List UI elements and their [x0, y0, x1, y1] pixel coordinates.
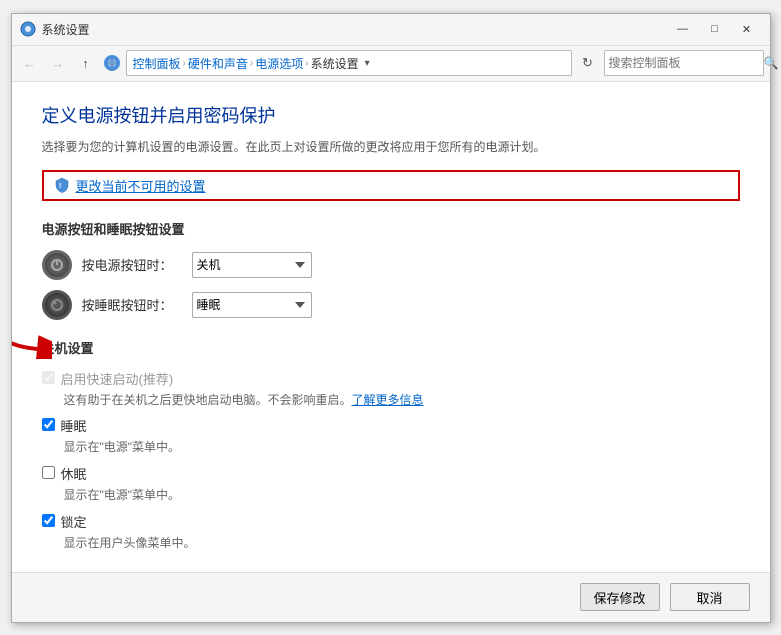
sleep-button-row: 按睡眠按钮时： 睡眠 关机 休眠 不采取任何操作	[42, 290, 740, 320]
footer-bar: 保存修改 取消	[12, 572, 770, 622]
lock-label: 锁定	[61, 512, 87, 531]
breadcrumb-control-panel[interactable]: 控制面板	[133, 55, 181, 72]
learn-more-link[interactable]: 了解更多信息	[352, 393, 424, 407]
shutdown-section-title: 关机设置	[42, 338, 740, 357]
power-button-icon	[42, 250, 72, 280]
power-buttons-section: 电源按钮和睡眠按钮设置 按电源按钮时： 关机 睡眠 休眠 不采取任何操	[42, 219, 740, 320]
window-title: 系统设置	[42, 21, 668, 38]
breadcrumb-bar: 控制面板 › 硬件和声音 › 电源选项 › 系统设置 ▾	[126, 50, 572, 76]
breadcrumb-hardware-sound[interactable]: 硬件和声音	[188, 55, 248, 72]
close-button[interactable]: ✕	[732, 19, 762, 39]
lock-checkbox[interactable]	[42, 514, 55, 527]
back-button[interactable]: ←	[18, 51, 42, 75]
fast-startup-label: 启用快速启动(推荐)	[61, 369, 174, 388]
sleep-button-label: 按睡眠按钮时：	[82, 295, 182, 314]
search-icon[interactable]: 🔍	[764, 56, 779, 70]
change-settings-button[interactable]: ! 更改当前不可用的设置	[42, 170, 740, 201]
cancel-button[interactable]: 取消	[670, 583, 750, 611]
main-window: 系统设置 — □ ✕ ← → ↑ 控制面板 › 硬件和声音 › 电源选项 › 系…	[11, 13, 771, 623]
shield-icon: !	[54, 177, 70, 193]
lock-desc: 显示在用户头像菜单中。	[64, 535, 740, 552]
window-icon	[20, 21, 36, 37]
sleep-checkbox-item: 睡眠	[42, 416, 740, 435]
fast-startup-checkbox-item: 启用快速启动(推荐)	[42, 369, 740, 388]
minimize-button[interactable]: —	[668, 19, 698, 39]
save-button[interactable]: 保存修改	[580, 583, 660, 611]
fast-startup-checkbox[interactable]	[42, 371, 55, 384]
fast-startup-desc: 这有助于在关机之后更快地启动电脑。不会影响重启。了解更多信息	[64, 392, 740, 409]
title-bar: 系统设置 — □ ✕	[12, 14, 770, 46]
breadcrumb-dropdown-arrow[interactable]: ▾	[365, 58, 370, 69]
shutdown-section: 关机设置 启用快速启动(推荐) 这有助于在关机之后更快地启动电脑。不会影响重启。…	[42, 338, 740, 552]
page-subtitle: 选择要为您的计算机设置的电源设置。在此页上对设置所做的更改将应用于您所有的电源计…	[42, 138, 740, 156]
hibernate-desc: 显示在"电源"菜单中。	[64, 487, 740, 504]
page-title: 定义电源按钮并启用密码保护	[42, 102, 740, 128]
settings-wrapper: 电源按钮和睡眠按钮设置 按电源按钮时： 关机 睡眠 休眠 不采取任何操	[42, 219, 740, 560]
recent-icon	[102, 53, 122, 73]
change-settings-label: 更改当前不可用的设置	[76, 176, 206, 195]
power-button-action-select[interactable]: 关机 睡眠 休眠 不采取任何操作	[192, 252, 312, 278]
sleep-button-action-select[interactable]: 睡眠 关机 休眠 不采取任何操作	[192, 292, 312, 318]
search-box: 🔍	[604, 50, 764, 76]
red-arrow-indicator	[12, 304, 52, 362]
maximize-button[interactable]: □	[700, 19, 730, 39]
power-button-label: 按电源按钮时：	[82, 255, 182, 274]
sleep-option-desc: 显示在"电源"菜单中。	[64, 439, 740, 456]
search-input[interactable]	[609, 56, 764, 70]
sleep-option-label: 睡眠	[61, 416, 87, 435]
content-area: 定义电源按钮并启用密码保护 选择要为您的计算机设置的电源设置。在此页上对设置所做…	[12, 82, 770, 572]
hibernate-checkbox[interactable]	[42, 466, 55, 479]
lock-checkbox-item: 锁定	[42, 512, 740, 531]
up-button[interactable]: ↑	[74, 51, 98, 75]
breadcrumb-current: 系统设置	[311, 55, 359, 72]
forward-button[interactable]: →	[46, 51, 70, 75]
power-button-row: 按电源按钮时： 关机 睡眠 休眠 不采取任何操作	[42, 250, 740, 280]
address-bar: ← → ↑ 控制面板 › 硬件和声音 › 电源选项 › 系统设置 ▾ ↻ 🔍	[12, 46, 770, 82]
refresh-button[interactable]: ↻	[576, 51, 600, 75]
hibernate-label: 休眠	[61, 464, 87, 483]
breadcrumb-power-options[interactable]: 电源选项	[255, 55, 303, 72]
power-buttons-title: 电源按钮和睡眠按钮设置	[42, 219, 740, 238]
hibernate-checkbox-item: 休眠	[42, 464, 740, 483]
window-controls: — □ ✕	[668, 19, 762, 39]
sleep-checkbox[interactable]	[42, 418, 55, 431]
svg-text:!: !	[59, 183, 61, 190]
